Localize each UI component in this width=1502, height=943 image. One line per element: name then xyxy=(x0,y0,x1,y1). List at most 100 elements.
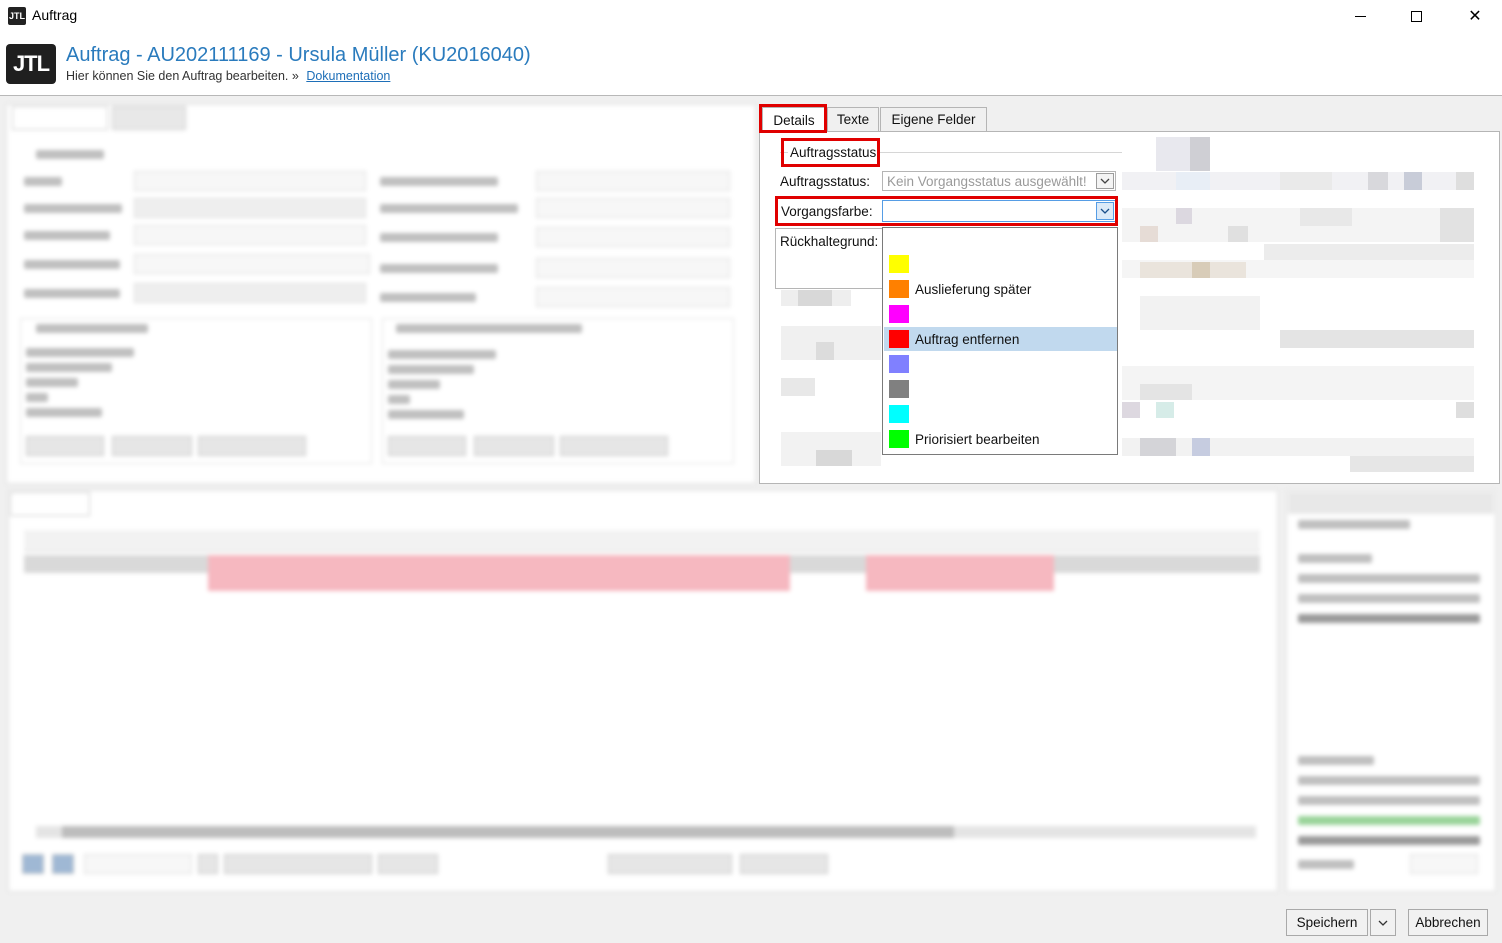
blurred-text xyxy=(1298,520,1410,529)
vorgangsfarbe-dropdown[interactable]: Auslieferung später Auftrag entfernen Pr… xyxy=(882,227,1118,455)
blurred-input xyxy=(536,258,730,278)
tab-eigene-felder[interactable]: Eigene Felder xyxy=(880,107,987,131)
close-icon[interactable]: ✕ xyxy=(1452,0,1498,32)
blurred-input xyxy=(536,227,730,247)
color-swatch xyxy=(889,280,909,298)
blurred-label xyxy=(24,177,62,186)
blurred-label xyxy=(380,177,498,186)
blurred-text xyxy=(1298,860,1354,869)
maximize-icon[interactable] xyxy=(1393,0,1439,32)
blurred-label xyxy=(36,150,104,159)
blurred-text xyxy=(26,408,102,417)
blurred-input xyxy=(536,287,730,307)
subtitle-text: Hier können Sie den Auftrag bearbeiten. xyxy=(66,69,289,83)
group-title-auftragsstatus: Auftragsstatus xyxy=(788,145,879,160)
summary-panel xyxy=(1286,490,1496,892)
vorgangsfarbe-select[interactable] xyxy=(882,200,1116,222)
blurred-input xyxy=(536,198,730,218)
blurred-text xyxy=(1298,816,1480,825)
blurred-input xyxy=(134,283,366,303)
page-subtitle: Hier können Sie den Auftrag bearbeiten. … xyxy=(66,69,390,83)
documentation-link[interactable]: Dokumentation xyxy=(306,69,390,83)
window-title: Auftrag xyxy=(32,7,78,23)
dropdown-option-auslieferung-spaeter[interactable]: Auslieferung später xyxy=(884,277,1117,301)
blurred-text xyxy=(1298,614,1480,623)
blurred-label xyxy=(380,233,498,242)
blurred-label xyxy=(380,264,498,273)
color-swatch xyxy=(889,430,909,448)
auftragsstatus-select[interactable]: Kein Vorgangsstatus ausgewählt! xyxy=(882,171,1116,191)
blurred-label xyxy=(380,293,476,302)
blurred-scroll-thumb xyxy=(62,826,954,838)
blurred-input xyxy=(1410,854,1478,874)
blurred-text xyxy=(1298,796,1480,805)
color-swatch xyxy=(889,255,909,273)
window-titlebar: JTL Auftrag ✕ xyxy=(0,0,1502,32)
blurred-button xyxy=(26,436,104,456)
blurred-button xyxy=(224,854,372,874)
dropdown-option[interactable] xyxy=(884,402,1117,426)
blurred-text xyxy=(388,410,464,419)
color-swatch xyxy=(889,330,909,348)
minimize-icon[interactable] xyxy=(1337,0,1383,32)
blurred-tab xyxy=(10,492,90,516)
blurred-label xyxy=(24,260,120,269)
subtitle-separator: » xyxy=(291,69,299,83)
auftragsstatus-value: Kein Vorgangsstatus ausgewählt! xyxy=(887,173,1087,189)
blurred-label xyxy=(24,289,120,298)
vorgangsfarbe-label: Vorgangsfarbe: xyxy=(781,204,873,219)
blurred-text xyxy=(388,380,440,389)
blurred-button xyxy=(560,436,668,456)
dropdown-option-auftrag-entfernen[interactable]: Auftrag entfernen xyxy=(884,327,1117,351)
chevron-down-icon xyxy=(1378,920,1388,926)
blurred-text xyxy=(1298,776,1480,785)
dropdown-option[interactable] xyxy=(884,352,1117,376)
tab-texte[interactable]: Texte xyxy=(827,107,879,131)
color-swatch xyxy=(889,305,909,323)
blurred-input xyxy=(84,854,192,874)
save-options-button[interactable] xyxy=(1370,909,1396,936)
blurred-label xyxy=(396,324,582,333)
cancel-button[interactable]: Abbrechen xyxy=(1408,909,1488,936)
blurred-input xyxy=(134,198,366,218)
blurred-button xyxy=(608,854,732,874)
dropdown-option[interactable] xyxy=(884,229,1117,253)
tab-details[interactable]: Details xyxy=(762,107,826,132)
blurred-text xyxy=(26,378,78,387)
blurred-button xyxy=(198,854,218,874)
page-header: JTL Auftrag - AU202111169 - Ursula Mülle… xyxy=(0,32,1502,96)
blurred-tab xyxy=(12,106,108,130)
color-swatch xyxy=(889,355,909,373)
blurred-text xyxy=(1298,554,1372,563)
blurred-text xyxy=(388,395,410,404)
blurred-text xyxy=(26,363,112,372)
blurred-input xyxy=(134,171,366,191)
save-button[interactable]: Speichern xyxy=(1286,909,1368,936)
blurred-label xyxy=(24,204,122,213)
blurred-text xyxy=(26,348,134,357)
jtl-logo: JTL xyxy=(6,44,56,84)
blurred-button xyxy=(22,854,44,874)
dropdown-option[interactable] xyxy=(884,377,1117,401)
blurred-button xyxy=(474,436,554,456)
blurred-panel-header xyxy=(1288,492,1494,514)
blurred-highlight xyxy=(208,555,790,591)
blurred-text xyxy=(388,350,496,359)
blurred-input xyxy=(134,254,370,274)
blurred-label xyxy=(24,231,110,240)
blurred-input xyxy=(134,225,366,245)
dropdown-option[interactable] xyxy=(884,252,1117,276)
chevron-down-icon[interactable] xyxy=(1096,202,1114,220)
blurred-label xyxy=(36,324,148,333)
blurred-table-header xyxy=(24,530,1260,552)
blurred-button xyxy=(52,854,74,874)
blurred-text xyxy=(26,393,48,402)
blurred-button xyxy=(388,436,466,456)
auftragsstatus-label: Auftragsstatus: xyxy=(780,174,871,189)
blurred-button xyxy=(740,854,828,874)
dropdown-option[interactable] xyxy=(884,302,1117,326)
app-icon: JTL xyxy=(8,7,26,25)
blurred-text xyxy=(1298,594,1480,603)
chevron-down-icon[interactable] xyxy=(1096,173,1114,189)
dropdown-option-priorisiert-bearbeiten[interactable]: Priorisiert bearbeiten xyxy=(884,427,1117,451)
